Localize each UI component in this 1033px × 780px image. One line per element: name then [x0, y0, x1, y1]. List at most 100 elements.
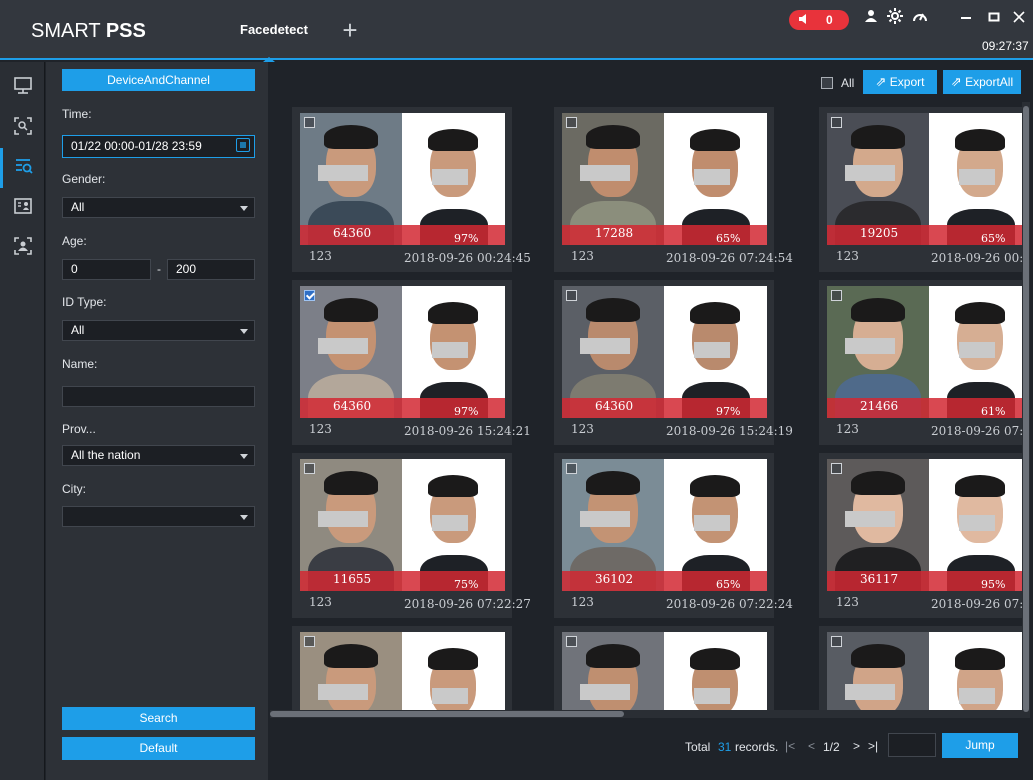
result-card[interactable]: 19205 65% 123 2018-09-26 00:24:1 — [819, 107, 1022, 272]
name-label: Name: — [62, 357, 98, 371]
result-card[interactable] — [292, 626, 512, 710]
select-all-label: All — [841, 76, 855, 90]
prev-page-button[interactable]: < — [808, 739, 815, 753]
age-to-input[interactable]: 200 — [167, 259, 255, 280]
similarity-percent: 95% — [981, 578, 1006, 591]
channel-number: 123 — [571, 595, 594, 609]
result-card[interactable]: 64360 97% 123 2018-09-26 15:24:19 — [554, 280, 793, 445]
result-card[interactable]: 36117 95% 123 2018-09-26 07:22:1 — [819, 453, 1022, 618]
portrait-hair-shape — [690, 475, 740, 497]
close-icon[interactable] — [1008, 8, 1030, 30]
id-type-select[interactable]: All — [62, 320, 255, 341]
face-mask — [845, 165, 895, 181]
age-label: Age: — [62, 234, 87, 248]
face-mask — [432, 515, 468, 531]
card-checkbox[interactable] — [831, 636, 842, 647]
card-checkbox[interactable] — [304, 463, 315, 474]
alarm-indicator[interactable]: 0 — [789, 10, 849, 30]
gender-select[interactable]: All — [62, 197, 255, 218]
add-tab-button[interactable]: + — [338, 17, 362, 43]
province-select[interactable]: All the nation — [62, 445, 255, 466]
result-card[interactable]: 11655 75% 123 2018-09-26 07:22:27 — [292, 453, 531, 618]
gear-icon[interactable] — [884, 8, 906, 30]
last-page-button[interactable]: >| — [868, 739, 878, 753]
chevron-down-icon — [240, 454, 248, 459]
export-button[interactable]: ⇗ Export — [863, 70, 937, 94]
portrait-hair-shape — [955, 129, 1005, 151]
nav-face-capture[interactable] — [0, 108, 45, 148]
vertical-scrollbar[interactable] — [1022, 102, 1030, 718]
card-checkbox[interactable] — [566, 290, 577, 301]
user-icon[interactable] — [860, 8, 882, 30]
province-value: All the nation — [71, 448, 141, 462]
performance-gauge-icon[interactable] — [909, 8, 931, 30]
time-range-input[interactable]: 01/22 00:00-01/28 23:59 — [62, 135, 255, 158]
id-type-label: ID Type: — [62, 295, 107, 309]
jump-page-input[interactable] — [888, 733, 936, 757]
result-card[interactable]: 17288 65% 123 2018-09-26 07:24:54 — [554, 107, 793, 272]
card-checkbox[interactable] — [566, 463, 577, 474]
face-mask — [694, 515, 730, 531]
total-prefix: Total — [685, 740, 711, 754]
logo-text: SMART — [31, 20, 106, 42]
nav-live-view[interactable] — [0, 68, 45, 108]
maximize-icon[interactable] — [983, 8, 1005, 30]
face-images: 36117 95% — [827, 459, 1022, 591]
minimize-icon[interactable] — [955, 8, 977, 30]
card-checkbox[interactable] — [831, 290, 842, 301]
search-button[interactable]: Search — [62, 707, 255, 730]
capture-hair-shape — [851, 298, 905, 322]
nav-face-detect[interactable] — [0, 228, 45, 268]
jump-button[interactable]: Jump — [942, 733, 1018, 758]
first-page-button[interactable]: |< — [785, 739, 795, 753]
city-label: City: — [62, 482, 86, 496]
export-label: Export — [889, 75, 925, 89]
nav-face-library[interactable] — [0, 188, 45, 228]
default-button[interactable]: Default — [62, 737, 255, 760]
name-input[interactable] — [62, 386, 255, 407]
result-card[interactable]: 64360 97% 123 2018-09-26 15:24:21 — [292, 280, 531, 445]
city-select[interactable] — [62, 506, 255, 527]
nav-face-search[interactable] — [0, 148, 45, 188]
select-all-checkbox[interactable] — [821, 77, 833, 89]
card-checkbox[interactable] — [566, 636, 577, 647]
capture-hair-shape — [586, 125, 640, 149]
channel-number: 123 — [309, 595, 332, 609]
results-area: All ⇗ Export ⇗ ExportAll 64360 97% 123 2018… — [268, 62, 1033, 780]
portrait-hair-shape — [690, 302, 740, 324]
export-all-button[interactable]: ⇗ ExportAll — [943, 70, 1021, 94]
calendar-icon[interactable] — [236, 138, 250, 152]
filter-panel: DeviceAndChannel Time: 01/22 00:00-01/28… — [46, 62, 268, 780]
result-card[interactable] — [554, 626, 774, 710]
result-card[interactable]: 64360 97% 123 2018-09-26 00:24:45 — [292, 107, 531, 272]
horizontal-scrollbar[interactable] — [270, 710, 1022, 718]
portrait-hair-shape — [955, 475, 1005, 497]
face-mask — [959, 342, 995, 358]
chevron-down-icon — [240, 329, 248, 334]
province-label: Prov... — [62, 422, 96, 436]
scrollbar-thumb[interactable] — [1023, 106, 1029, 712]
card-checkbox[interactable] — [304, 290, 315, 301]
result-card[interactable] — [819, 626, 1022, 710]
card-checkbox[interactable] — [566, 117, 577, 128]
card-checkbox[interactable] — [304, 636, 315, 647]
capture-image — [300, 632, 402, 710]
result-card[interactable]: 21466 61% 123 2018-09-26 07:23:3 — [819, 280, 1022, 445]
total-count: 31 — [718, 740, 732, 754]
card-checkbox[interactable] — [831, 463, 842, 474]
age-from-input[interactable]: 0 — [62, 259, 151, 280]
portrait-hair-shape — [955, 302, 1005, 324]
capture-hair-shape — [851, 125, 905, 149]
tab-facedetect[interactable]: Facedetect — [218, 0, 328, 62]
scrollbar-thumb[interactable] — [270, 711, 624, 717]
face-images: 19205 65% — [827, 113, 1022, 245]
device-channel-button[interactable]: DeviceAndChannel — [62, 69, 255, 91]
next-page-button[interactable]: > — [853, 739, 860, 753]
channel-number: 123 — [309, 422, 332, 436]
result-card[interactable]: 36102 65% 123 2018-09-26 07:22:24 — [554, 453, 793, 618]
export-all-icon: ⇗ — [950, 74, 962, 89]
card-checkbox[interactable] — [831, 117, 842, 128]
card-checkbox[interactable] — [304, 117, 315, 128]
face-mask — [432, 342, 468, 358]
channel-number: 123 — [309, 249, 332, 263]
